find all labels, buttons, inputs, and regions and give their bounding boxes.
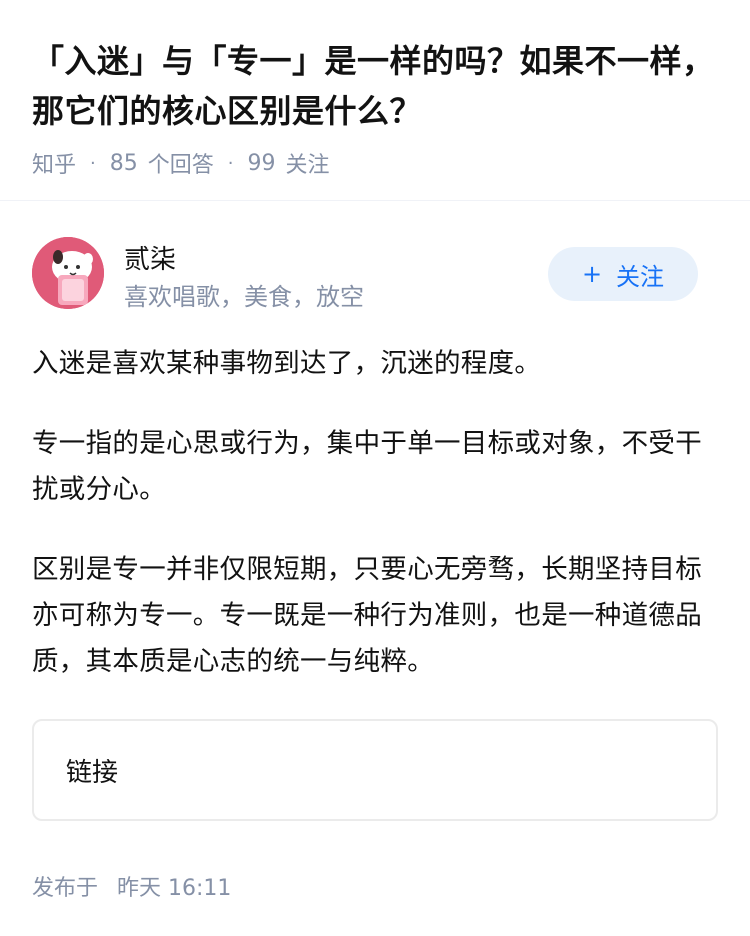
answer-page: 「入迷」与「专一」是一样的吗？如果不一样，那它们的核心区别是什么？ 知乎 · 8… xyxy=(0,0,750,936)
author-name[interactable]: 贰柒 xyxy=(124,239,176,276)
answer-paragraph: 区别是专一并非仅限短期，只要心无旁骛，长期坚持目标亦可称为专一。专一既是一种行为… xyxy=(32,554,702,677)
answer-paragraph: 专一指的是心思或行为，集中于单一目标或对象，不受干扰或分心。 xyxy=(32,428,702,505)
meta-separator: · xyxy=(227,152,234,174)
answer-paragraph: 入迷是喜欢某种事物到达了，沉迷的程度。 xyxy=(32,348,542,379)
question-header: 「入迷」与「专一」是一样的吗？如果不一样，那它们的核心区别是什么？ 知乎 · 8… xyxy=(0,0,750,180)
answers-count: 85 xyxy=(109,150,138,176)
publish-label: 发布于 xyxy=(32,876,99,901)
author-bio: 喜欢唱歌，美食，放空 xyxy=(124,283,364,311)
author-row: 贰柒 喜欢唱歌，美食，放空 + 关注 xyxy=(0,201,750,311)
question-title[interactable]: 「入迷」与「专一」是一样的吗？如果不一样，那它们的核心区别是什么？ xyxy=(32,36,718,136)
avatar-illustration-icon xyxy=(32,237,104,309)
publish-timestamp: 昨天 16:11 xyxy=(117,876,232,901)
avatar[interactable] xyxy=(32,237,104,309)
question-meta: 知乎 · 85 个回答 · 99 关注 xyxy=(32,146,718,180)
answer-content: 入迷是喜欢某种事物到达了，沉迷的程度。 专一指的是心思或行为，集中于单一目标或对… xyxy=(0,311,750,685)
publish-time: 发布于 昨天 16:11 xyxy=(32,870,231,902)
followers-label: 关注 xyxy=(285,153,330,178)
answers-label[interactable]: 个回答 xyxy=(148,147,214,179)
follow-button[interactable]: + 关注 xyxy=(548,247,698,301)
source-label: 知乎 xyxy=(32,153,77,178)
followers-count: 99 xyxy=(247,150,276,176)
link-card[interactable]: 链接 xyxy=(32,719,718,821)
meta-separator: · xyxy=(90,152,96,174)
follow-label: 关注 xyxy=(616,262,665,291)
link-card-label: 链接 xyxy=(66,757,119,788)
plus-icon: + xyxy=(581,260,603,288)
